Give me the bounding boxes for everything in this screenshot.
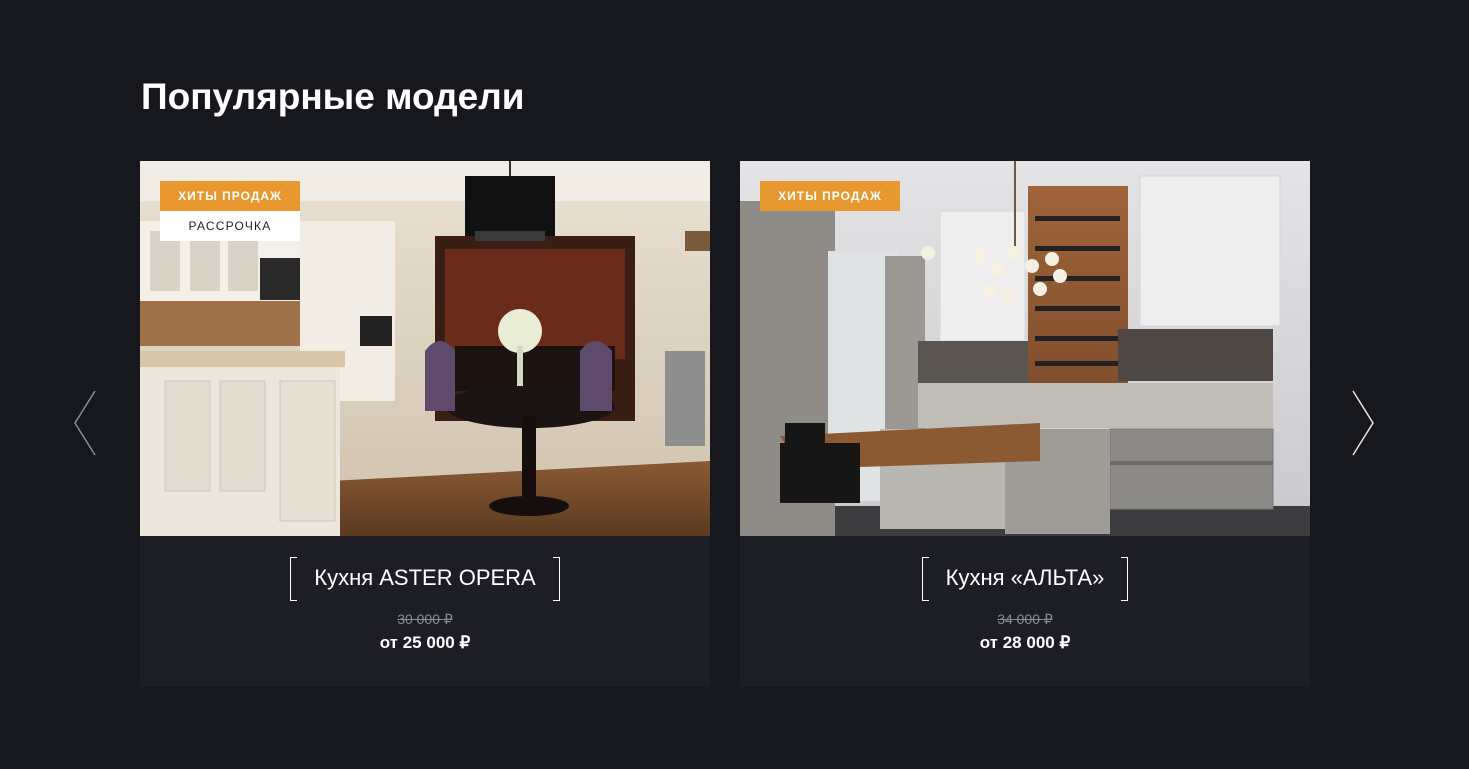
product-price: от 28 000 ₽ <box>979 633 1071 652</box>
popular-models-section: Популярные модели ХИТЫ ПРОДАЖ РАССРОЧКА … <box>0 0 1469 769</box>
product-old-price: 34 000 ₽ <box>997 611 1053 627</box>
product-card[interactable]: ХИТЫ ПРОДАЖ Кухня «АЛЬТА» 34 000 ₽ от 28… <box>740 161 1310 687</box>
badge-stack: ХИТЫ ПРОДАЖ <box>760 181 900 211</box>
slider-prev-button[interactable] <box>72 389 98 457</box>
product-info: Кухня ASTER OPERA 30 000 ₽ от 25 000 ₽ <box>140 536 710 687</box>
product-name[interactable]: Кухня ASTER OPERA <box>290 557 561 601</box>
badge-stack: ХИТЫ ПРОДАЖ РАССРОЧКА <box>160 181 300 241</box>
badge-bestseller: ХИТЫ ПРОДАЖ <box>160 181 300 211</box>
section-title: Популярные модели <box>141 76 525 117</box>
slider-next-button[interactable] <box>1350 389 1376 457</box>
product-name[interactable]: Кухня «АЛЬТА» <box>921 557 1129 601</box>
product-info: Кухня «АЛЬТА» 34 000 ₽ от 28 000 ₽ <box>740 536 1310 687</box>
product-old-price: 30 000 ₽ <box>397 611 453 627</box>
badge-installment: РАССРОЧКА <box>160 211 300 241</box>
chevron-left-icon <box>74 390 96 456</box>
product-card[interactable]: ХИТЫ ПРОДАЖ РАССРОЧКА Кухня ASTER OPERA … <box>140 161 710 687</box>
badge-bestseller: ХИТЫ ПРОДАЖ <box>760 181 900 211</box>
kitchen-photo-modern <box>740 161 1310 536</box>
product-image[interactable]: ХИТЫ ПРОДАЖ РАССРОЧКА <box>140 161 710 536</box>
product-price: от 25 000 ₽ <box>379 633 471 652</box>
product-image[interactable]: ХИТЫ ПРОДАЖ <box>740 161 1310 536</box>
chevron-right-icon <box>1352 390 1374 456</box>
